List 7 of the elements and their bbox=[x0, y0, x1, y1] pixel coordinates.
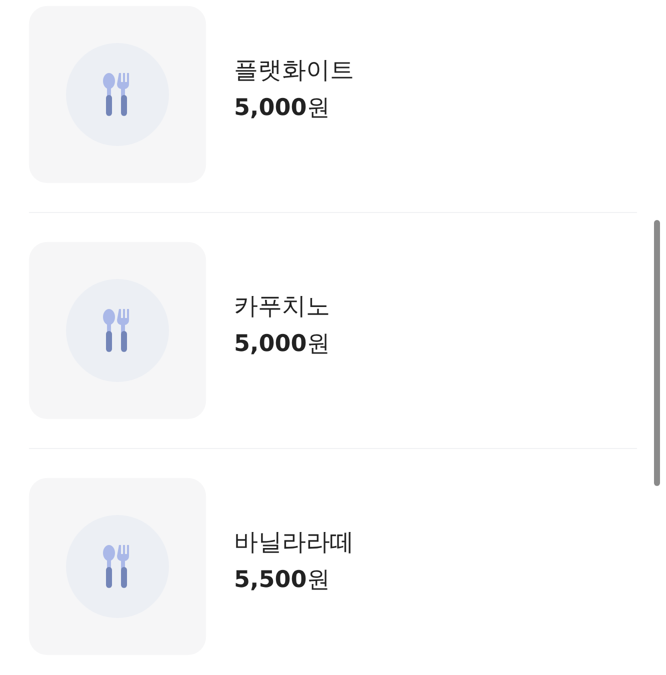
menu-price: 5,000원 bbox=[234, 94, 331, 122]
menu-price: 5,000원 bbox=[234, 330, 330, 358]
menu-name: 바닐라라떼 bbox=[234, 528, 354, 557]
scrollbar[interactable] bbox=[654, 220, 660, 486]
menu-price: 5,500원 bbox=[234, 566, 331, 594]
menu-name: 카푸치노 bbox=[234, 292, 330, 321]
menu-name: 플랫화이트 bbox=[234, 56, 354, 85]
